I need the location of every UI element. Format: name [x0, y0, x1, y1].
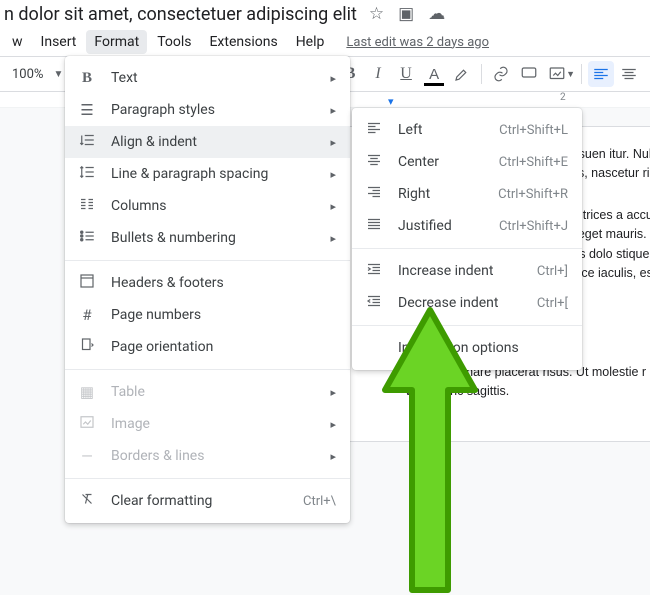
italic-button[interactable]: I — [365, 61, 391, 87]
shortcut-label: Ctrl+[ — [537, 296, 568, 311]
menu-item-page-numbers[interactable]: # Page numbers — [65, 299, 350, 331]
hash-icon: # — [77, 306, 97, 324]
chevron-right-icon: ▸ — [330, 232, 336, 245]
align-center-button[interactable] — [616, 61, 642, 87]
highlight-button[interactable] — [449, 61, 475, 87]
link-button[interactable] — [488, 61, 514, 87]
menu-item-image: Image ▸ — [65, 408, 350, 440]
menu-item-line-spacing[interactable]: Line & paragraph spacing ▸ — [65, 158, 350, 190]
menu-item-columns[interactable]: Columns ▸ — [65, 190, 350, 222]
menu-extensions[interactable]: Extensions — [201, 30, 285, 54]
align-indent-submenu: Left Ctrl+Shift+L Center Ctrl+Shift+E Ri… — [352, 108, 582, 370]
menu-item-align-indent[interactable]: Align & indent ▸ — [65, 126, 350, 158]
chevron-down-icon: ▼ — [566, 69, 575, 80]
paragraph-icon: ☰ — [77, 101, 97, 119]
star-icon[interactable]: ☆ — [369, 4, 384, 24]
menu-format[interactable]: Format — [86, 30, 147, 54]
table-icon: ▦ — [77, 383, 97, 401]
document-title[interactable]: n dolor sit amet, consectetuer adipiscin… — [4, 4, 357, 25]
chevron-right-icon: ▸ — [330, 200, 336, 213]
menu-separator — [65, 369, 350, 370]
decrease-indent-icon — [364, 292, 384, 314]
menu-item-table: ▦ Table ▸ — [65, 376, 350, 408]
shortcut-label: Ctrl+Shift+E — [499, 155, 568, 170]
chevron-right-icon: ▸ — [330, 418, 336, 431]
menu-item-align-left[interactable]: Left Ctrl+Shift+L — [352, 114, 582, 146]
align-justify-icon — [364, 215, 384, 237]
borders-icon: — — [77, 447, 97, 465]
menu-item-paragraph-styles[interactable]: ☰ Paragraph styles ▸ — [65, 94, 350, 126]
align-left-icon — [364, 119, 384, 141]
chevron-right-icon: ▸ — [330, 104, 336, 117]
menu-item-align-center[interactable]: Center Ctrl+Shift+E — [352, 146, 582, 178]
menu-bar: w Insert Format Tools Extensions Help La… — [0, 28, 650, 56]
align-left-button[interactable] — [588, 61, 614, 87]
menu-item-increase-indent[interactable]: Increase indent Ctrl+] — [352, 255, 582, 287]
menu-help[interactable]: Help — [288, 30, 333, 54]
headers-icon — [77, 272, 97, 294]
shortcut-label: Ctrl+Shift+L — [499, 123, 568, 138]
line-spacing-icon — [77, 163, 97, 185]
menu-item-align-right[interactable]: Right Ctrl+Shift+R — [352, 178, 582, 210]
shortcut-label: Ctrl+Shift+R — [498, 187, 568, 202]
menu-item-headers-footers[interactable]: Headers & footers — [65, 267, 350, 299]
menu-separator — [65, 478, 350, 479]
chevron-right-icon: ▸ — [330, 386, 336, 399]
separator — [581, 64, 582, 84]
menu-separator — [65, 260, 350, 261]
menu-separator — [352, 325, 582, 326]
increase-indent-icon — [364, 260, 384, 282]
align-center-icon — [364, 151, 384, 173]
align-icon — [77, 131, 97, 153]
menu-item-clear-formatting[interactable]: Clear formatting Ctrl+\ — [65, 485, 350, 517]
chevron-right-icon: ▸ — [330, 168, 336, 181]
clear-format-icon — [77, 490, 97, 512]
ruler-number: 2 — [560, 92, 566, 103]
menu-item-borders: — Borders & lines ▸ — [65, 440, 350, 472]
menu-view[interactable]: w — [4, 30, 31, 54]
chevron-down-icon: ▼ — [53, 69, 63, 80]
last-edit-link[interactable]: Last edit was 2 days ago — [346, 35, 489, 50]
format-menu: B Text ▸ ☰ Paragraph styles ▸ Align & in… — [65, 56, 350, 523]
move-icon[interactable]: ▣ — [398, 4, 414, 24]
menu-item-bullets[interactable]: Bullets & numbering ▸ — [65, 222, 350, 254]
zoom-select[interactable]: 100% — [8, 67, 47, 82]
chevron-right-icon: ▸ — [330, 136, 336, 149]
indent-marker-icon[interactable]: ▾ — [388, 95, 394, 108]
menu-separator — [352, 248, 582, 249]
menu-insert[interactable]: Insert — [33, 30, 85, 54]
align-right-icon — [364, 183, 384, 205]
menu-item-indentation-options[interactable]: Indentation options — [352, 332, 582, 364]
shortcut-label: Ctrl+] — [537, 264, 568, 279]
columns-icon — [77, 195, 97, 217]
menu-item-align-justified[interactable]: Justified Ctrl+Shift+J — [352, 210, 582, 242]
image-icon — [77, 413, 97, 435]
comment-button[interactable] — [516, 61, 542, 87]
orientation-icon — [77, 336, 97, 358]
bullets-icon — [77, 227, 97, 249]
text-color-button[interactable]: A — [421, 61, 447, 87]
bold-icon: B — [77, 70, 97, 87]
cloud-icon[interactable]: ☁ — [428, 4, 445, 24]
title-bar: n dolor sit amet, consectetuer adipiscin… — [0, 0, 650, 28]
menu-item-text[interactable]: B Text ▸ — [65, 62, 350, 94]
underline-button[interactable]: U — [393, 61, 419, 87]
shortcut-label: Ctrl+\ — [303, 494, 336, 509]
menu-tools[interactable]: Tools — [149, 30, 199, 54]
shortcut-label: Ctrl+Shift+J — [499, 219, 568, 234]
menu-item-page-orientation[interactable]: Page orientation — [65, 331, 350, 363]
chevron-right-icon: ▸ — [330, 72, 336, 85]
chevron-right-icon: ▸ — [330, 450, 336, 463]
separator — [481, 64, 482, 84]
menu-item-decrease-indent[interactable]: Decrease indent Ctrl+[ — [352, 287, 582, 319]
